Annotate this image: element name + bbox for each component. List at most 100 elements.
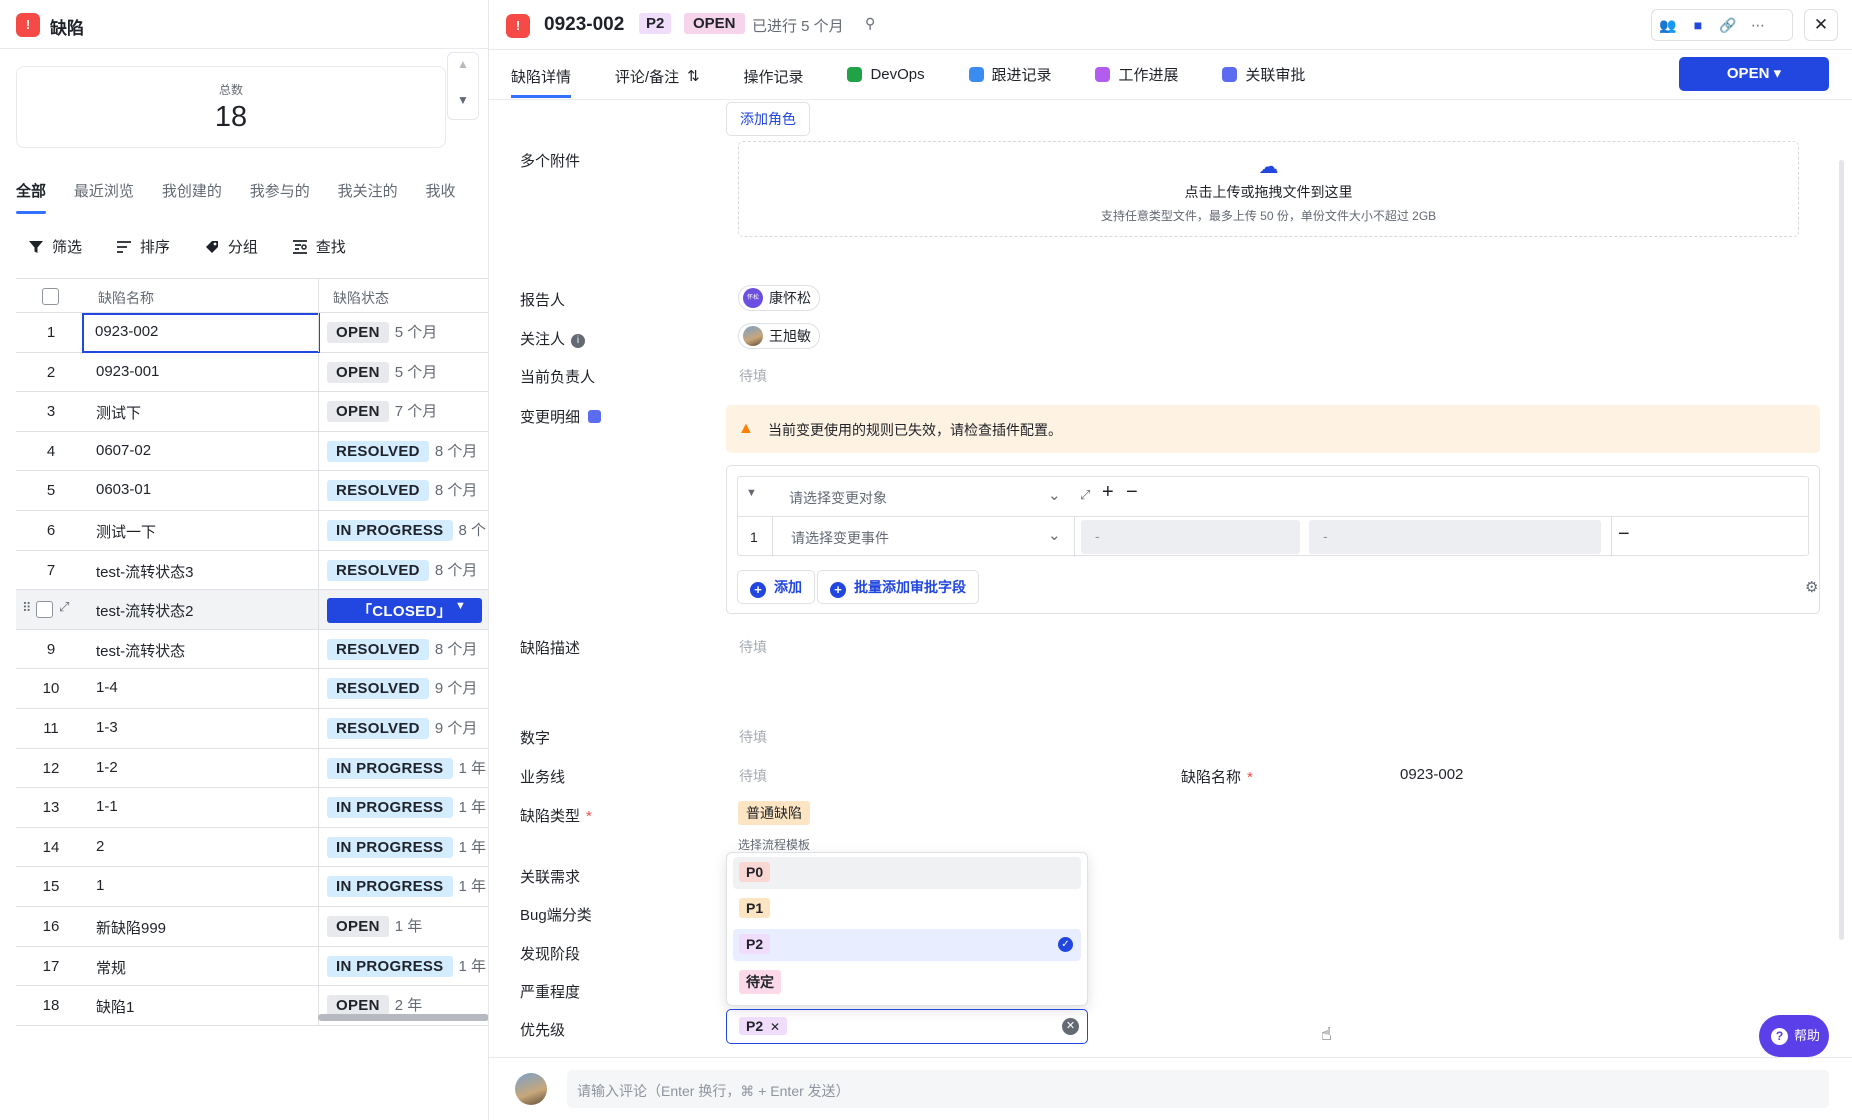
defect-name[interactable]: 0607-02 [96,442,151,459]
defect-name[interactable]: 0603-01 [96,481,151,498]
priority-option-p0[interactable]: P0 [733,857,1081,889]
defect-name[interactable]: 2 [96,838,104,855]
column-header-name[interactable]: 缺陷名称 [98,288,154,308]
detail-scrollbar[interactable] [1839,160,1844,940]
chevron-down-icon[interactable]: ▼ [455,600,466,612]
expand-icon[interactable]: ⤢ [1080,487,1090,503]
filter-button[interactable]: 筛选 [28,236,82,257]
table-row[interactable]: 13 1-1 IN PROGRESS 1 年 [16,788,488,828]
priority-badge[interactable]: P2 [639,13,672,34]
remove-icon[interactable]: − [1126,481,1138,504]
number-value[interactable]: 待填 [739,727,767,747]
status-cell[interactable]: RESOLVED 8 个月 [327,479,477,502]
defect-name[interactable]: test-流转状态2 [96,600,194,621]
defect-name[interactable]: 1-1 [96,798,118,815]
follower-chip[interactable]: 王旭敏 [738,323,820,349]
state-badge[interactable]: OPEN [684,13,745,34]
settings-gear-icon[interactable]: ⚙ [1805,578,1818,596]
find-button[interactable]: 查找 [292,236,346,257]
table-row[interactable]: 6 测试一下 IN PROGRESS 8 个 [16,510,488,551]
tab-work-progress[interactable]: 工作进展 [1095,52,1178,96]
defect-name[interactable]: 新缺陷999 [96,917,166,938]
table-row[interactable]: 16 新缺陷999 OPEN 1 年 [16,906,488,947]
defect-name[interactable]: 缺陷1 [96,996,134,1017]
clear-icon[interactable]: ✕ [1062,1018,1079,1035]
defect-name[interactable]: 1-3 [96,719,118,736]
priority-option-p2[interactable]: P2 ✓ [733,929,1081,961]
change-event-select[interactable]: 请选择变更事件 [791,528,889,548]
priority-option-tbd[interactable]: 待定 [733,965,1081,997]
status-cell[interactable]: IN PROGRESS 8 个 [327,519,486,541]
defect-name[interactable]: test-流转状态 [96,640,185,661]
add-role-button[interactable]: 添加角色 [726,102,810,136]
tab-related-approval[interactable]: 关联审批 [1222,52,1305,96]
status-badge[interactable]: IN PROGRESS [327,757,453,779]
tab-participated[interactable]: 我参与的 [250,180,310,210]
table-row[interactable]: 17 常规 IN PROGRESS 1 年 [16,946,488,987]
tab-following[interactable]: 我关注的 [338,180,398,210]
status-badge[interactable]: RESOLVED [327,678,429,700]
defect-name[interactable]: 常规 [96,957,126,978]
table-row[interactable]: 9 test-流转状态 RESOLVED 8 个月 [16,629,488,670]
status-badge[interactable]: OPEN [327,361,389,383]
table-row[interactable]: 12 1-2 IN PROGRESS 1 年 [16,748,488,789]
pager-up-icon[interactable]: ▲ [448,57,478,71]
status-badge[interactable]: RESOLVED [327,480,429,502]
status-badge[interactable]: OPEN [327,915,389,937]
bug-name-value[interactable]: 0923-002 [1400,766,1463,783]
group-button[interactable]: 分组 [204,236,258,257]
priority-select[interactable]: P2 ✕ ✕ [726,1009,1088,1044]
help-button[interactable]: ? 帮助 [1759,1015,1829,1057]
drag-handle-icon[interactable]: ⠿ [22,600,32,616]
status-cell[interactable]: 「CLOSED」 ▼ [327,598,482,624]
tab-devops[interactable]: DevOps [847,52,925,96]
sort-button[interactable]: 排序 [116,236,170,257]
table-row[interactable]: 3 测试下 OPEN 7 个月 [16,392,488,432]
change-field-cell[interactable]: - [1081,520,1300,554]
table-row[interactable]: 10 1-4 RESOLVED 9 个月 [16,669,488,709]
collapse-icon[interactable]: ▼ [746,487,757,499]
table-row[interactable]: 4 0607-02 RESOLVED 8 个月 [16,431,488,472]
status-cell[interactable]: OPEN 1 年 [327,915,422,937]
defect-name[interactable]: 1-4 [96,679,118,696]
status-cell[interactable]: OPEN 5 个月 [327,321,437,343]
change-value-cell[interactable]: - [1309,520,1601,554]
bookmark-icon[interactable]: ■ [1688,17,1708,33]
row-checkbox[interactable] [36,601,53,619]
select-all-checkbox[interactable] [42,288,59,305]
tab-recent[interactable]: 最近浏览 [74,180,134,210]
sort-order-icon[interactable]: ⇅ [687,67,700,85]
status-cell[interactable]: IN PROGRESS 1 年 [327,796,486,819]
change-object-select[interactable]: 请选择变更对象 [789,488,887,508]
defect-name[interactable]: 0923-001 [96,363,159,380]
table-row[interactable]: 5 0603-01 RESOLVED 8 个月 [16,471,488,511]
table-row[interactable]: 2 0923-001 OPEN 5 个月 [16,352,488,393]
status-badge[interactable]: RESOLVED [327,440,429,462]
status-badge[interactable]: RESOLVED [327,638,429,660]
status-badge[interactable]: IN PROGRESS [327,836,453,858]
selected-priority-tag[interactable]: P2 ✕ [739,1017,788,1035]
status-cell[interactable]: OPEN 7 个月 [327,400,437,423]
status-badge[interactable]: OPEN [327,401,389,423]
link-icon[interactable]: 🔗 [1718,17,1738,34]
close-icon[interactable]: ✕ [1804,9,1838,41]
tab-created-by-me[interactable]: 我创建的 [162,180,222,210]
tab-operation-log[interactable]: 操作记录 [744,54,804,98]
status-cell[interactable]: OPEN 2 年 [327,994,422,1017]
table-row[interactable]: 1 0923-002 OPEN 5 个月 [16,313,488,353]
comment-input[interactable]: 请输入评论（Enter 换行，⌘ + Enter 发送） [567,1070,1829,1108]
priority-option-p1[interactable]: P1 [733,893,1081,925]
defect-name[interactable]: 测试下 [96,402,141,423]
bug-type-tag[interactable]: 普通缺陷 [738,801,810,825]
table-row[interactable]: ⠿ ⤢ test-流转状态2 「CLOSED」 ▼ [16,590,488,630]
bulk-add-approval-button[interactable]: + 批量添加审批字段 [817,570,979,604]
upload-dropzone[interactable]: ☁ 点击上传或拖拽文件到这里 支持任意类型文件，最多上传 50 份，单份文件大小… [738,141,1799,237]
status-badge[interactable]: IN PROGRESS [327,797,453,819]
status-badge[interactable]: RESOLVED [327,559,429,581]
more-icon[interactable]: ⋯ [1748,17,1768,34]
assignee-value[interactable]: 待填 [739,366,767,386]
status-badge[interactable]: IN PROGRESS [327,955,453,977]
status-cell[interactable]: RESOLVED 8 个月 [327,440,477,462]
defect-name[interactable]: test-流转状态3 [96,561,194,582]
pager-down-icon[interactable]: ▼ [448,93,478,107]
